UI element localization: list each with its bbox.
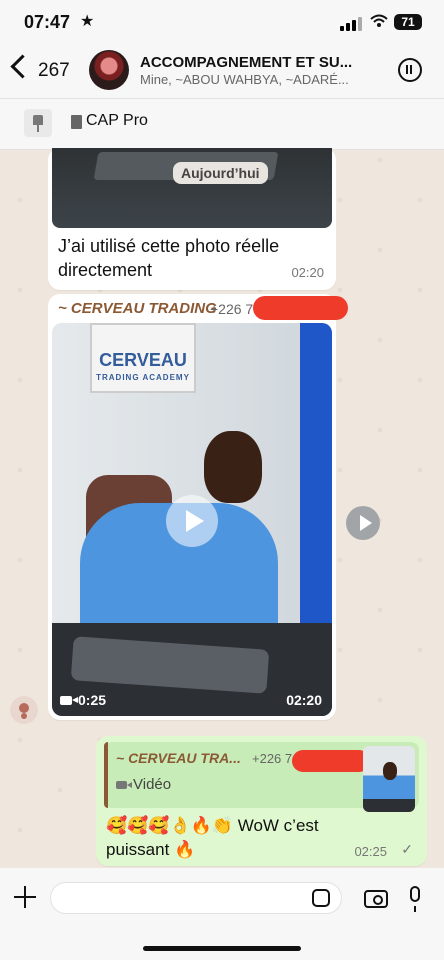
logo-title: CERVEAU (99, 350, 187, 370)
plus-icon[interactable] (14, 886, 36, 908)
clock: 07:47 (24, 12, 71, 32)
signal-icon (340, 17, 362, 31)
sender-avatar[interactable] (10, 696, 38, 724)
logo-subtitle: TRADING ACADEMY (96, 373, 190, 382)
person-head (204, 431, 262, 503)
microphone-icon[interactable] (410, 886, 420, 912)
video-camera-icon (60, 696, 78, 705)
message-text: 🥰🥰🥰👌🔥👏 WoW c’est puissant 🔥 (106, 816, 319, 859)
photo-preview[interactable] (52, 148, 332, 228)
chat-members[interactable]: Mine, ~ABOU WAHBYA, ~ADARÉ... (140, 72, 370, 87)
message-bubble-2[interactable]: ~ CERVEAU TRADING +226 77 CERVEAU TRADING… (48, 294, 348, 720)
camera-icon[interactable] (364, 890, 388, 908)
sent-check-icon: ✓ (401, 841, 413, 857)
redaction-mark (253, 296, 348, 320)
redaction-mark (292, 750, 370, 772)
back-chevron-icon[interactable] (10, 54, 35, 79)
message-time: 02:20 (291, 265, 324, 280)
back-unread-count[interactable]: 267 (38, 60, 70, 82)
academy-logo: CERVEAU TRADING ACADEMY (90, 323, 196, 393)
pin-icon (24, 109, 52, 137)
video-camera-icon (116, 781, 132, 789)
star-icon: ★ (80, 13, 95, 30)
status-bar: 07:47 ★ 71 (0, 0, 444, 46)
group-info-icon[interactable] (398, 58, 422, 82)
video-duration: 0:25 (60, 692, 106, 708)
quoted-type: Vidéo (116, 776, 171, 793)
document-icon (71, 115, 82, 129)
video-thumbnail[interactable]: CERVEAU TRADING ACADEMY 0:25 02:20 (52, 323, 332, 716)
date-label: Aujourd’hui (173, 162, 268, 184)
quoted-type-label: Vidéo (133, 776, 172, 793)
sender-name[interactable]: ~ CERVEAU TRADING (58, 300, 217, 317)
message-bubble-3[interactable]: ~ CERVEAU TRA... +226 7 Vidéo 🥰🥰🥰👌🔥👏 WoW… (96, 736, 427, 866)
pinned-message-bar[interactable]: CAP Pro (0, 98, 444, 150)
video-message-time: 02:20 (286, 692, 322, 708)
quote-accent-bar (104, 742, 108, 808)
wifi-icon (370, 14, 388, 27)
pinned-label: CAP Pro (86, 112, 148, 129)
group-avatar[interactable] (89, 50, 129, 90)
play-icon[interactable] (166, 495, 218, 547)
quoted-sender: ~ CERVEAU TRA... (116, 750, 241, 766)
battery-icon: 71 (394, 14, 422, 30)
message-input[interactable] (50, 882, 342, 914)
home-indicator (143, 946, 301, 951)
message-text: J’ai utilisé cette photo réelle directem… (58, 236, 280, 280)
message-time: 02:25 (354, 844, 387, 859)
sticker-icon[interactable] (312, 889, 330, 907)
quoted-phone: +226 7 (252, 751, 293, 766)
forward-icon[interactable] (346, 506, 380, 540)
chat-title[interactable]: ACCOMPAGNEMENT ET SU... (140, 54, 370, 71)
duration-text: 0:25 (78, 692, 107, 708)
quoted-message[interactable]: ~ CERVEAU TRA... +226 7 Vidéo (104, 742, 419, 812)
quoted-video-thumbnail[interactable] (363, 746, 415, 812)
chat-header: 267 ACCOMPAGNEMENT ET SU... Mine, ~ABOU … (0, 46, 444, 98)
